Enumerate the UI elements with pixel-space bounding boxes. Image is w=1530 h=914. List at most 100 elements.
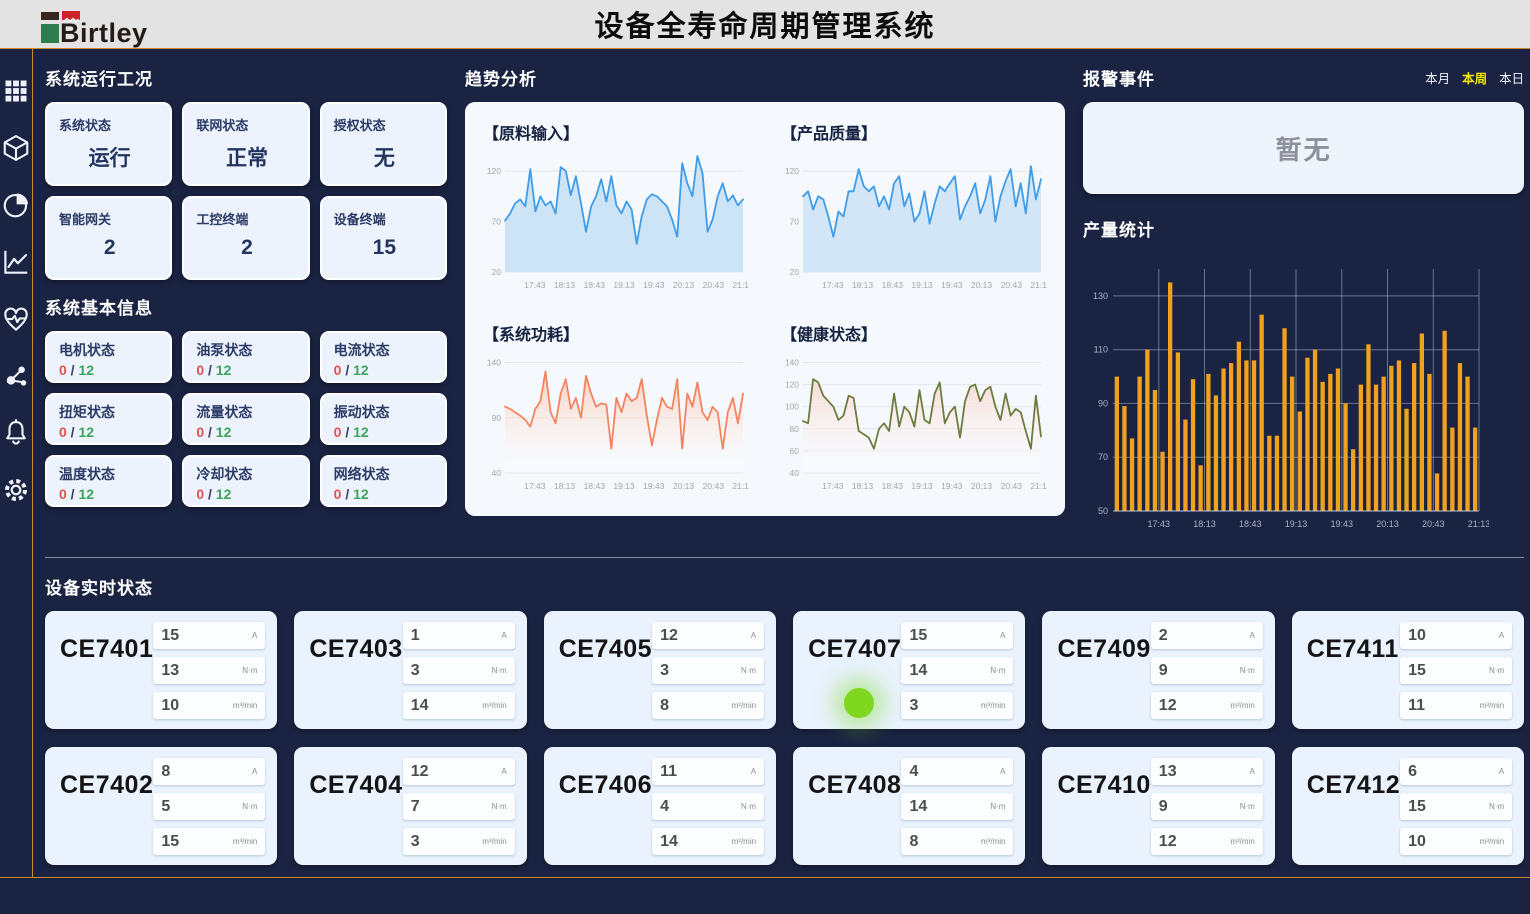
info-card-count: 0 / 12 [59,486,160,502]
device-card-CE7402[interactable]: CE74028A5N·m15m³/min [45,747,277,865]
metric-unit: m³/min [1480,837,1504,846]
status-card-label: 工控终端 [196,209,297,228]
device-card-CE7406[interactable]: CE740611A4N·m14m³/min [544,747,776,865]
device-metrics: 6A15N·m10m³/min [1400,758,1512,855]
metric-value: 3 [909,697,918,715]
metric-unit: A [1499,631,1504,640]
device-metric: 3N·m [652,657,764,684]
molecule-icon[interactable] [0,360,32,392]
system-info-title: 系统基本信息 [45,294,447,319]
device-metric: 10A [1400,622,1512,649]
device-card-CE7412[interactable]: CE74126A15N·m10m³/min [1292,747,1524,865]
metric-value: 14 [909,662,927,680]
health-status-chart-svg: 14012010080604017:4318:1318:4319:1319:43… [779,347,1047,505]
health-monitor-icon[interactable] [0,303,32,335]
metric-unit: m³/min [1230,837,1254,846]
device-card-CE7409[interactable]: CE74092A9N·m12m³/min [1042,611,1274,729]
devices-section: 设备实时状态 CE740115A13N·m10m³/minCE74031A3N·… [45,557,1524,865]
metric-unit: m³/min [1230,701,1254,710]
device-metric: 10m³/min [1400,828,1512,855]
production-title: 产量统计 [1083,216,1524,241]
svg-text:18:13: 18:13 [852,481,874,491]
metric-value: 12 [1159,833,1177,851]
cube-icon[interactable] [0,132,32,164]
svg-text:110: 110 [1094,345,1108,355]
metric-value: 12 [411,763,429,781]
info-count-total: 12 [78,362,94,378]
device-card-CE7403[interactable]: CE74031A3N·m14m³/min [294,611,526,729]
info-count-slash: / [341,424,353,440]
info-card: 温度状态0 / 12 [45,455,172,507]
info-count-total: 12 [353,362,369,378]
metric-unit: N·m [1489,666,1504,675]
device-card-CE7410[interactable]: CE741013A9N·m12m³/min [1042,747,1274,865]
metric-unit: m³/min [732,701,756,710]
device-metric: 12 m³/min [1151,828,1263,855]
svg-text:19:13: 19:13 [911,280,933,290]
chart-raw-input: 【原料输入】120702017:4318:1318:4319:1319:4320… [481,114,751,309]
power-consumption-chart-svg: 140904017:4318:1318:4319:1319:4320:1320:… [481,347,749,505]
device-name: CE7402 [60,771,153,855]
bell-icon[interactable] [0,417,32,449]
product-quality-chart-svg: 120702017:4318:1318:4319:1319:4320:1320:… [779,146,1047,304]
alarm-tab-本周[interactable]: 本周 [1462,68,1487,87]
page-title: 设备全寿命周期管理系统 [0,3,1530,45]
device-card-CE7404[interactable]: CE740412A7N·m3m³/min [294,747,526,865]
metric-value: 10 [161,697,179,715]
device-card-CE7408[interactable]: CE74084A14N·m8m³/min [793,747,1025,865]
devices-title: 设备实时状态 [45,574,1524,599]
info-card-count: 0 / 12 [334,362,435,378]
status-card-value: 2 [196,236,297,260]
metric-unit: A [1249,631,1254,640]
info-count-current: 0 [59,362,67,378]
status-card: 授权状态无 [320,102,447,186]
gear-icon[interactable] [0,474,32,506]
svg-text:20:43: 20:43 [1001,481,1023,491]
metric-unit: A [1000,631,1005,640]
svg-text:120: 120 [785,166,799,176]
svg-text:19:43: 19:43 [941,481,963,491]
info-card-count: 0 / 12 [334,424,435,440]
device-metric: 4N·m [652,793,764,820]
metric-unit: A [501,767,506,776]
device-metric: 8m³/min [652,692,764,719]
metric-unit: N·m [990,802,1005,811]
grid-menu-icon[interactable] [0,75,32,107]
device-card-CE7407[interactable]: CE740715A14N·m3m³/min [793,611,1025,729]
svg-text:50: 50 [1098,506,1108,516]
metric-value: 7 [411,798,420,816]
info-card-count: 0 / 12 [334,486,435,502]
alarm-tab-本日[interactable]: 本日 [1499,68,1524,87]
metric-value: 9 [1159,662,1168,680]
svg-text:70: 70 [1098,452,1108,462]
device-metrics: 12A7N·m3m³/min [403,758,515,855]
metric-value: 12 [1159,697,1177,715]
line-chart-icon[interactable] [0,246,32,278]
alarm-tab-本月[interactable]: 本月 [1425,68,1450,87]
svg-text:19:43: 19:43 [643,280,665,290]
device-metric: 10m³/min [153,692,265,719]
right-column: 报警事件 本月本周本日 暂无 产量统计 50709011013017:4318:… [1083,59,1524,551]
pie-chart-icon[interactable] [0,189,32,221]
device-card-CE7411[interactable]: CE741110A15N·m11m³/min [1292,611,1524,729]
device-name: CE7409 [1057,635,1150,719]
device-metric: 14N·m [901,657,1013,684]
device-metric: 15m³/min [153,828,265,855]
device-metric: 8m³/min [901,828,1013,855]
metric-unit: m³/min [1480,701,1504,710]
chart-health-status: 【健康状态】14012010080604017:4318:1318:4319:1… [779,315,1049,510]
svg-text:20:13: 20:13 [673,481,695,491]
metric-unit: A [1499,767,1504,776]
metric-unit: N·m [1240,666,1255,675]
svg-text:19:43: 19:43 [643,481,665,491]
svg-text:70: 70 [790,217,800,227]
device-card-CE7401[interactable]: CE740115A13N·m10m³/min [45,611,277,729]
device-metric: 3N·m [403,657,515,684]
metric-value: 3 [411,662,420,680]
device-card-CE7405[interactable]: CE740512A3N·m8m³/min [544,611,776,729]
metric-value: 12 [660,627,678,645]
metric-unit: N·m [741,802,756,811]
device-metric: 12 A [403,758,515,785]
metric-value: 13 [1159,763,1177,781]
metric-unit: m³/min [233,837,257,846]
